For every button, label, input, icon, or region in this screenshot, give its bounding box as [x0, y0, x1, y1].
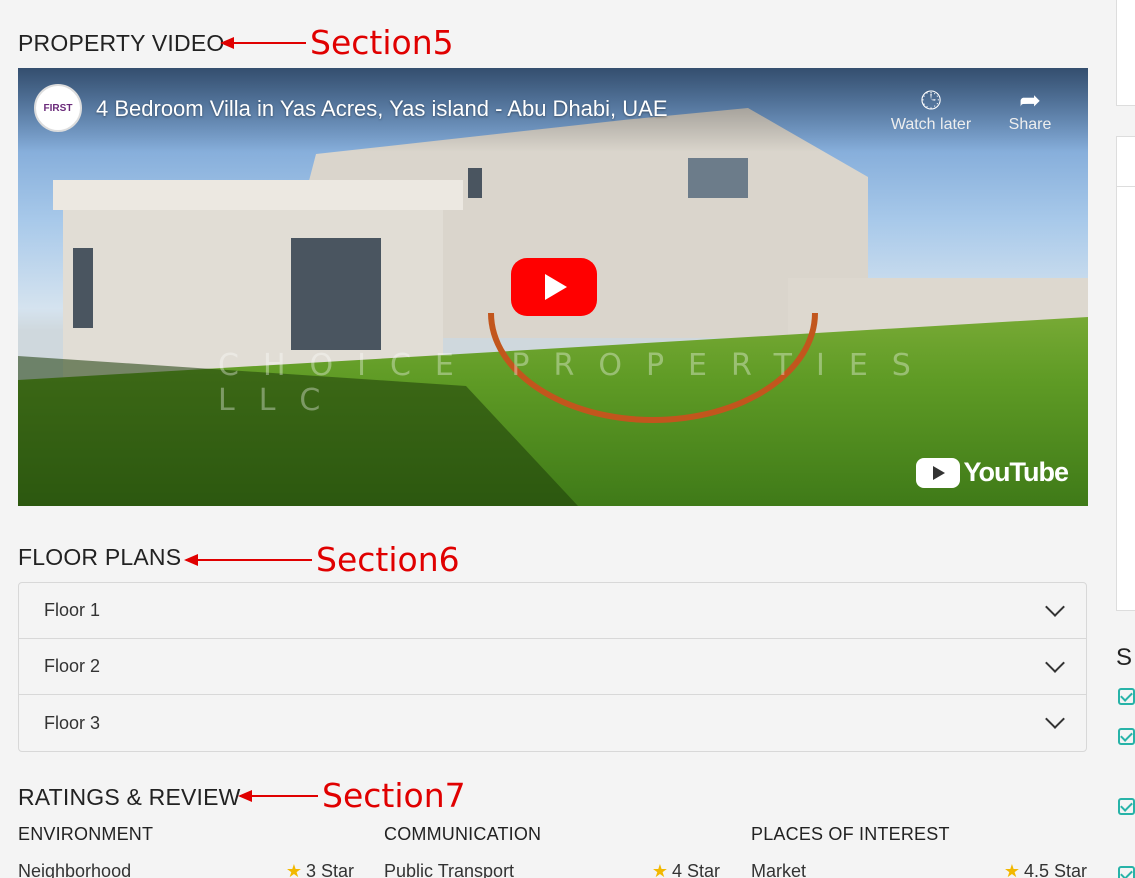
- check-icon: [1118, 866, 1135, 878]
- star-icon: ★: [651, 861, 668, 878]
- youtube-logo[interactable]: YouTube: [915, 457, 1069, 488]
- clock-icon: 🕒︎: [920, 85, 942, 115]
- chevron-down-icon: [1045, 709, 1065, 729]
- rating-row: Market ★ 4.5 Star: [751, 861, 1087, 878]
- youtube-play-icon: [915, 457, 960, 488]
- annotation-arrow-icon: [220, 36, 306, 49]
- video-title[interactable]: 4 Bedroom Villa in Yas Acres, Yas island…: [96, 96, 668, 122]
- property-video-title: PROPERTY VIDEO: [18, 30, 225, 56]
- section7-label: Section7: [322, 776, 466, 815]
- annotation-arrow-icon: [238, 789, 318, 802]
- watch-later-button[interactable]: 🕒︎ Watch later: [886, 84, 976, 134]
- share-button[interactable]: ➦ Share: [985, 84, 1075, 134]
- floor-plans-title: FLOOR PLANS: [18, 544, 182, 570]
- annotation-arrow-icon: [184, 553, 312, 566]
- star-icon: ★: [1003, 861, 1020, 878]
- floor-1-toggle[interactable]: Floor 1: [19, 583, 1086, 639]
- side-card-top: [1116, 0, 1135, 106]
- video-player[interactable]: CHOICE PROPERTIES LLC FIRST 4 Bedroom Vi…: [18, 68, 1088, 506]
- star-icon: ★: [285, 861, 302, 878]
- rating-column-environment: ENVIRONMENT Neighborhood ★ 3 Star: [18, 824, 354, 878]
- floor-3-toggle[interactable]: Floor 3: [19, 695, 1086, 751]
- check-icon: [1118, 728, 1135, 745]
- section6-label: Section6: [316, 540, 460, 579]
- section7-annotation: Section7: [238, 776, 466, 815]
- side-card-form: [1116, 136, 1135, 611]
- rating-row: Neighborhood ★ 3 Star: [18, 861, 354, 878]
- chevron-down-icon: [1045, 652, 1065, 673]
- floor-plans-accordion: Floor 1 Floor 2 Floor 3: [18, 582, 1087, 752]
- section5-annotation: Section5: [220, 23, 454, 62]
- rating-column-communication: COMMUNICATION Public Transport ★ 4 Star: [384, 824, 720, 878]
- ratings-review-title: RATINGS & REVIEW: [18, 784, 241, 810]
- floor-2-toggle[interactable]: Floor 2: [19, 639, 1086, 695]
- section5-label: Section5: [310, 23, 454, 62]
- video-watermark: CHOICE PROPERTIES LLC: [218, 348, 935, 418]
- check-icon: [1118, 688, 1135, 705]
- chevron-down-icon: [1045, 596, 1065, 617]
- section6-annotation: Section6: [184, 540, 460, 579]
- side-heading: S: [1116, 644, 1133, 671]
- channel-logo[interactable]: FIRST: [34, 84, 82, 132]
- rating-column-places-of-interest: PLACES OF INTEREST Market ★ 4.5 Star: [751, 824, 1087, 878]
- play-button[interactable]: [511, 258, 597, 316]
- share-icon: ➦: [1019, 85, 1041, 115]
- rating-row: Public Transport ★ 4 Star: [384, 861, 720, 878]
- check-icon: [1118, 798, 1135, 815]
